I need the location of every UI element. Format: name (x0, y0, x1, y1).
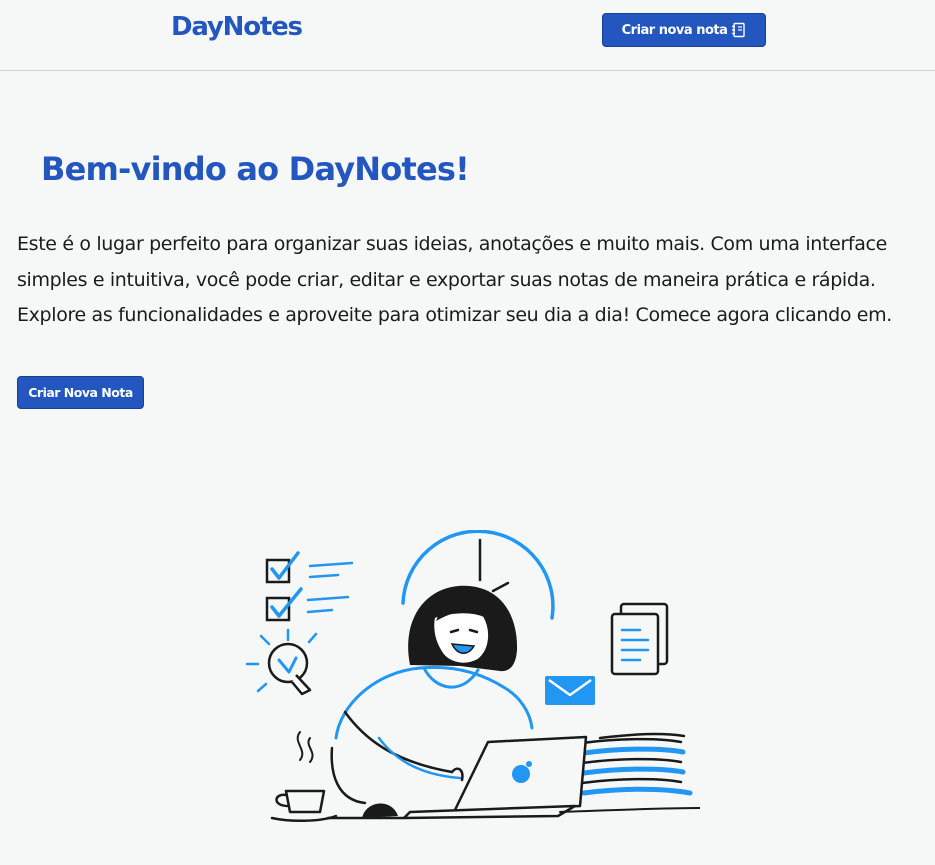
mouse-icon (362, 803, 398, 818)
coffee-cup-icon (270, 731, 338, 823)
page-title: Bem-vindo ao DayNotes! (41, 150, 470, 188)
top-navbar: DayNotes Criar nova nota (0, 0, 935, 71)
documents-icon (610, 602, 669, 676)
create-note-button[interactable]: Criar nova nota (602, 13, 766, 47)
person-working-on-laptop-illustration (245, 530, 700, 823)
books-stack-icon (580, 732, 693, 796)
create-new-note-button[interactable]: Criar Nova Nota (17, 376, 144, 409)
envelope-icon (545, 676, 595, 705)
notebook-icon (732, 22, 746, 38)
person-body (334, 665, 534, 740)
app-logo[interactable]: DayNotes (171, 12, 303, 42)
intro-paragraph: Este é o lugar perfeito para organizar s… (17, 233, 892, 326)
create-note-button-label: Criar nova nota (621, 22, 728, 38)
laptop-icon (402, 735, 588, 820)
lightbulb-icon (245, 628, 318, 696)
checklist-icon (265, 551, 354, 622)
